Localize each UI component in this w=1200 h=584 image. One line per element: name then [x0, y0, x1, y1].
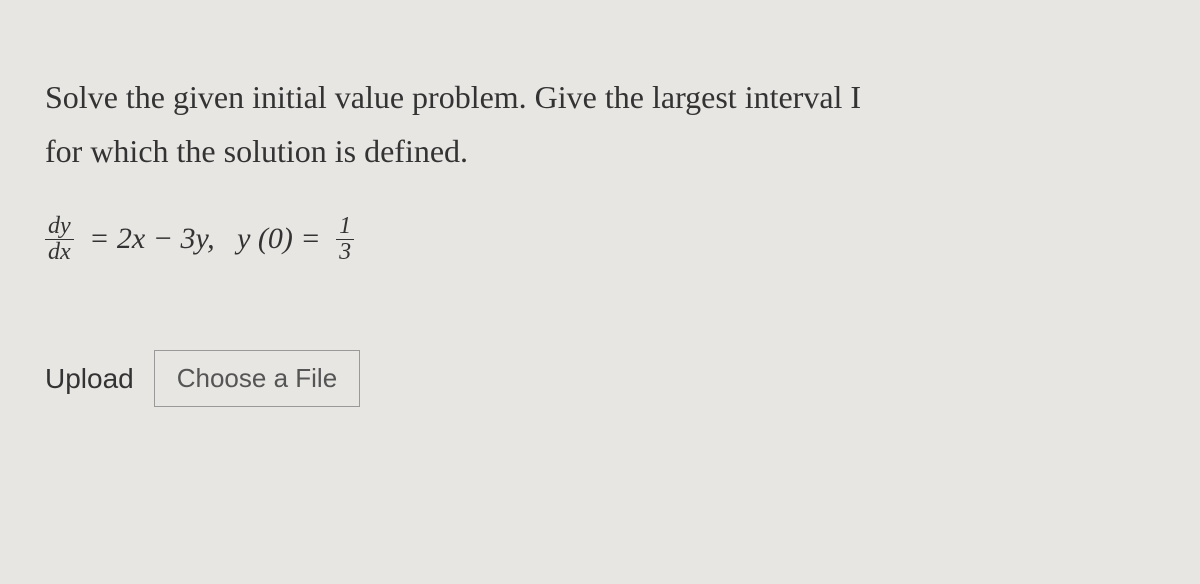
problem-line-1: Solve the given initial value problem. G…	[45, 70, 1155, 124]
dy-dx-fraction: dy dx	[45, 214, 74, 265]
problem-line-2: for which the solution is defined.	[45, 124, 1155, 178]
frac-numerator: 1	[336, 214, 354, 239]
one-third-fraction: 1 3	[336, 214, 354, 265]
problem-statement: Solve the given initial value problem. G…	[45, 70, 1155, 179]
upload-label: Upload	[45, 363, 134, 395]
frac-numerator: dy	[45, 214, 74, 239]
choose-file-button[interactable]: Choose a File	[154, 350, 360, 407]
frac-denominator: dx	[45, 239, 74, 265]
equation: dy dx = 2x − 3y, y (0) = 1 3	[45, 214, 1155, 265]
equation-body: = 2x − 3y, y (0) =	[82, 222, 329, 256]
upload-section: Upload Choose a File	[45, 350, 1155, 407]
frac-denominator: 3	[336, 239, 354, 265]
